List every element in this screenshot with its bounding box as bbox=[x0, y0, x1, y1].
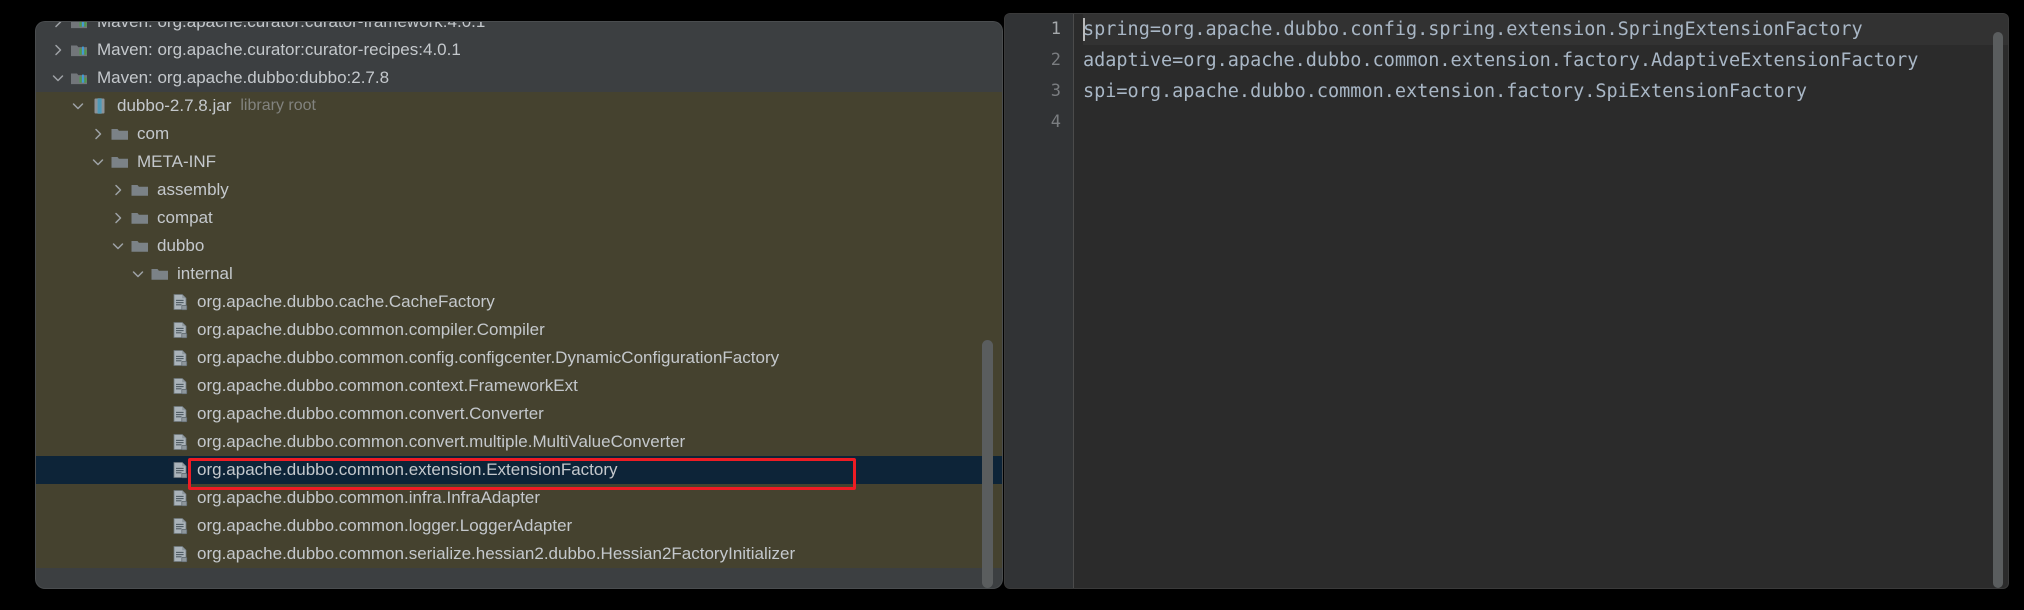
tree-row-folder-internal[interactable]: internal bbox=[36, 260, 1002, 288]
spi-file-icon bbox=[170, 488, 190, 508]
editor-line-text: spring=org.apache.dubbo.config.spring.ex… bbox=[1083, 19, 1863, 40]
tree-row-container: Maven: org.apache.curator:curator-framew… bbox=[36, 22, 1002, 568]
editor-line[interactable]: adaptive=org.apache.dubbo.common.extensi… bbox=[1083, 45, 2008, 76]
tree-row-label: compat bbox=[157, 204, 213, 232]
spi-file-icon bbox=[170, 432, 190, 452]
editor-panel[interactable]: 1234 spring=org.apache.dubbo.config.spri… bbox=[1005, 14, 2008, 588]
spi-file-icon bbox=[170, 544, 190, 564]
tree-row-file-extension-extensionfactory[interactable]: org.apache.dubbo.common.extension.Extens… bbox=[36, 456, 1002, 484]
screenshot-canvas: Maven: org.apache.curator:curator-framew… bbox=[0, 0, 2024, 610]
spi-file-icon bbox=[170, 320, 190, 340]
tree-row-file-dynamicconfigurationfactory[interactable]: org.apache.dubbo.common.config.configcen… bbox=[36, 344, 1002, 372]
tree-row-label: org.apache.dubbo.common.extension.Extens… bbox=[197, 456, 618, 484]
spi-file-icon bbox=[170, 404, 190, 424]
chevron-right-icon[interactable] bbox=[50, 22, 66, 30]
folder-icon bbox=[130, 208, 150, 228]
gutter-line-number[interactable]: 3 bbox=[1005, 76, 1073, 107]
folder-icon bbox=[110, 152, 130, 172]
spi-file-icon bbox=[170, 516, 190, 536]
chevron-down-icon[interactable] bbox=[90, 154, 106, 170]
folder-icon bbox=[130, 236, 150, 256]
tree-scroll-viewport[interactable]: Maven: org.apache.curator:curator-framew… bbox=[36, 22, 1002, 588]
chevron-right-icon[interactable] bbox=[110, 210, 126, 226]
tree-row-file-cache-cachefactory[interactable]: org.apache.dubbo.cache.CacheFactory bbox=[36, 288, 1002, 316]
tree-row-file-common-compiler-compiler[interactable]: org.apache.dubbo.common.compiler.Compile… bbox=[36, 316, 1002, 344]
tree-row-maven-dubbo[interactable]: Maven: org.apache.dubbo:dubbo:2.7.8 bbox=[36, 64, 1002, 92]
tree-row-maven-curator-framework-partial[interactable]: Maven: org.apache.curator:curator-framew… bbox=[36, 22, 1002, 36]
tree-row-label: Maven: org.apache.curator:curator-recipe… bbox=[97, 36, 461, 64]
tree-row-file-multivalueconverter[interactable]: org.apache.dubbo.common.convert.multiple… bbox=[36, 428, 1002, 456]
tree-row-label: org.apache.dubbo.common.config.configcen… bbox=[197, 344, 779, 372]
jar-archive-icon bbox=[90, 96, 110, 116]
gutter-line-number[interactable]: 4 bbox=[1005, 107, 1073, 138]
tree-row-folder-assembly[interactable]: assembly bbox=[36, 176, 1002, 204]
maven-library-icon bbox=[70, 40, 90, 60]
editor-line-text: spi=org.apache.dubbo.common.extension.fa… bbox=[1083, 81, 1807, 102]
tree-row-label: org.apache.dubbo.cache.CacheFactory bbox=[197, 288, 495, 316]
tree-row-label: dubbo-2.7.8.jar bbox=[117, 92, 231, 120]
folder-icon bbox=[150, 264, 170, 284]
project-tool-window[interactable]: Maven: org.apache.curator:curator-framew… bbox=[36, 22, 1002, 588]
spi-file-icon bbox=[170, 348, 190, 368]
tree-row-folder-dubbo[interactable]: dubbo bbox=[36, 232, 1002, 260]
tree-row-suffix: library root bbox=[240, 92, 316, 120]
maven-library-icon bbox=[70, 22, 90, 32]
spi-file-icon bbox=[170, 460, 190, 480]
tree-row-label: org.apache.dubbo.common.logger.LoggerAda… bbox=[197, 512, 572, 540]
editor-code-area[interactable]: spring=org.apache.dubbo.config.spring.ex… bbox=[1074, 14, 2008, 588]
editor-line-text: adaptive=org.apache.dubbo.common.extensi… bbox=[1083, 50, 1918, 71]
chevron-down-icon[interactable] bbox=[70, 98, 86, 114]
tree-row-file-convert-converter[interactable]: org.apache.dubbo.common.convert.Converte… bbox=[36, 400, 1002, 428]
tree-row-file-infra-infraadapter[interactable]: org.apache.dubbo.common.infra.InfraAdapt… bbox=[36, 484, 1002, 512]
tree-row-label: org.apache.dubbo.common.serialize.hessia… bbox=[197, 540, 795, 568]
tree-vertical-scrollbar[interactable] bbox=[982, 340, 993, 588]
editor-line[interactable]: spi=org.apache.dubbo.common.extension.fa… bbox=[1083, 76, 2008, 107]
tree-row-file-logger-loggeradapter[interactable]: org.apache.dubbo.common.logger.LoggerAda… bbox=[36, 512, 1002, 540]
tree-row-label: assembly bbox=[157, 176, 229, 204]
tree-row-label: org.apache.dubbo.common.convert.multiple… bbox=[197, 428, 685, 456]
tree-row-label: META-INF bbox=[137, 148, 216, 176]
maven-library-icon bbox=[70, 68, 90, 88]
tree-row-dubbo-jar[interactable]: dubbo-2.7.8.jar library root bbox=[36, 92, 1002, 120]
chevron-down-icon[interactable] bbox=[130, 266, 146, 282]
folder-icon bbox=[130, 180, 150, 200]
tree-row-label: org.apache.dubbo.common.infra.InfraAdapt… bbox=[197, 484, 540, 512]
tree-row-folder-compat[interactable]: compat bbox=[36, 204, 1002, 232]
tree-row-folder-com[interactable]: com bbox=[36, 120, 1002, 148]
tree-row-folder-meta-inf[interactable]: META-INF bbox=[36, 148, 1002, 176]
tree-row-label: dubbo bbox=[157, 232, 204, 260]
chevron-right-icon[interactable] bbox=[90, 126, 106, 142]
chevron-right-icon[interactable] bbox=[50, 42, 66, 58]
chevron-down-icon[interactable] bbox=[110, 238, 126, 254]
tree-row-label: com bbox=[137, 120, 169, 148]
tree-row-file-context-frameworkext[interactable]: org.apache.dubbo.common.context.Framewor… bbox=[36, 372, 1002, 400]
editor-gutter[interactable]: 1234 bbox=[1005, 14, 1074, 588]
spi-file-icon bbox=[170, 376, 190, 396]
tree-row-label: Maven: org.apache.dubbo:dubbo:2.7.8 bbox=[97, 64, 389, 92]
tree-row-label: Maven: org.apache.curator:curator-framew… bbox=[97, 22, 485, 36]
editor-line[interactable] bbox=[1083, 107, 2008, 138]
folder-icon bbox=[110, 124, 130, 144]
chevron-right-icon[interactable] bbox=[110, 182, 126, 198]
chevron-down-icon[interactable] bbox=[50, 70, 66, 86]
tree-row-file-hessian2factoryinitializer[interactable]: org.apache.dubbo.common.serialize.hessia… bbox=[36, 540, 1002, 568]
tree-row-maven-curator-recipes[interactable]: Maven: org.apache.curator:curator-recipe… bbox=[36, 36, 1002, 64]
tree-row-label: org.apache.dubbo.common.convert.Converte… bbox=[197, 400, 544, 428]
tree-row-label: internal bbox=[177, 260, 233, 288]
gutter-line-number[interactable]: 2 bbox=[1005, 45, 1073, 76]
editor-vertical-scrollbar[interactable] bbox=[1993, 32, 2003, 588]
text-caret bbox=[1083, 18, 1085, 41]
tree-row-label: org.apache.dubbo.common.context.Framewor… bbox=[197, 372, 578, 400]
tree-row-label: org.apache.dubbo.common.compiler.Compile… bbox=[197, 316, 545, 344]
spi-file-icon bbox=[170, 292, 190, 312]
gutter-line-number[interactable]: 1 bbox=[1005, 14, 1073, 45]
editor-line[interactable]: spring=org.apache.dubbo.config.spring.ex… bbox=[1083, 14, 2008, 45]
